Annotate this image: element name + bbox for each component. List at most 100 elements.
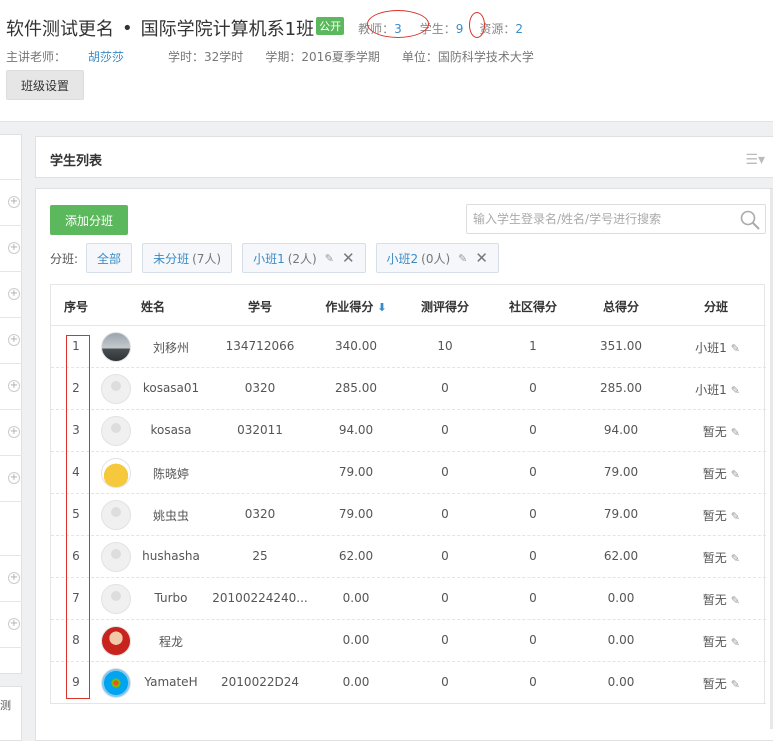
resources-count[interactable]: 2 xyxy=(515,22,523,36)
avatar[interactable] xyxy=(101,584,131,614)
cell-id: 2010022D24 xyxy=(221,675,299,689)
expand-icon[interactable]: + xyxy=(8,334,20,346)
pencil-icon[interactable]: ✎ xyxy=(731,678,740,691)
group-chip-ungrouped[interactable]: 未分班 (7人) xyxy=(142,243,233,273)
title-separator: • xyxy=(122,17,133,39)
cell-group: 暂无 ✎ xyxy=(703,423,740,440)
table-row: 3 kosasa 032011 94.00 0 0 94.00 暂无 ✎ xyxy=(51,410,766,452)
left-sidebar-bottom: 测 xyxy=(0,686,22,741)
cell-group-label: 暂无 xyxy=(702,551,727,565)
cell-group: 暂无 ✎ xyxy=(703,633,740,650)
cell-group-label: 暂无 xyxy=(702,635,727,649)
class-settings-button[interactable]: 班级设置 xyxy=(6,70,84,100)
cell-community: 0 xyxy=(529,633,537,647)
cell-homework: 0.00 xyxy=(342,675,370,689)
avatar[interactable] xyxy=(101,458,131,488)
arrow-down-icon[interactable]: ⬇ xyxy=(377,301,386,314)
expand-icon[interactable]: + xyxy=(8,572,20,584)
sidebar-item[interactable]: + xyxy=(0,317,22,346)
close-icon[interactable]: ✕ xyxy=(475,249,488,267)
add-group-button[interactable]: 添加分班 xyxy=(50,205,128,235)
group-chip-all[interactable]: 全部 xyxy=(86,243,133,273)
pencil-icon[interactable]: ✎ xyxy=(458,252,467,265)
table-row: 6 hushasha 25 62.00 0 0 62.00 暂无 ✎ xyxy=(51,536,766,578)
cell-group: 暂无 ✎ xyxy=(703,591,740,608)
list-icon[interactable]: ☰▾ xyxy=(745,152,765,168)
search-icon[interactable] xyxy=(739,209,761,231)
cell-name[interactable]: Turbo xyxy=(154,591,187,605)
cell-total: 285.00 xyxy=(600,381,642,395)
avatar[interactable] xyxy=(101,416,131,446)
lead-teacher-link[interactable]: 胡莎莎 xyxy=(88,50,124,64)
avatar[interactable] xyxy=(101,626,131,656)
cell-group-label: 暂无 xyxy=(702,677,727,691)
cell-group: 小班1 ✎ xyxy=(695,339,740,356)
sidebar-item[interactable]: + xyxy=(0,225,22,254)
meta-row: 主讲老师： 胡莎莎 学时：32学时 学期：2016夏季学期 单位：国防科学技术大学 xyxy=(6,48,556,65)
cell-name[interactable]: hushasha xyxy=(142,549,200,563)
col-seq: 序号 xyxy=(63,300,89,314)
avatar[interactable] xyxy=(101,332,131,362)
sidebar-item[interactable]: + xyxy=(0,363,22,392)
sidebar-item[interactable]: + xyxy=(0,271,22,300)
resources-stat[interactable]: 资源：2 xyxy=(479,20,523,37)
search-input[interactable] xyxy=(467,205,727,233)
expand-icon[interactable]: + xyxy=(8,618,20,630)
pencil-icon[interactable]: ✎ xyxy=(731,552,740,565)
expand-icon[interactable]: + xyxy=(8,426,20,438)
close-icon[interactable]: ✕ xyxy=(342,249,355,267)
cell-id: 25 xyxy=(252,549,268,563)
cell-name[interactable]: 姚虫虫 xyxy=(153,507,189,524)
avatar[interactable] xyxy=(101,374,131,404)
expand-icon[interactable]: + xyxy=(8,196,20,208)
group-label: 分班: xyxy=(50,251,79,266)
cell-eval: 0 xyxy=(441,507,449,521)
expand-icon[interactable]: + xyxy=(8,472,20,484)
cell-name[interactable]: 刘移州 xyxy=(153,339,189,356)
cell-community: 0 xyxy=(529,465,537,479)
group-chip-count: (2人) xyxy=(287,251,317,266)
sidebar-item xyxy=(0,647,22,648)
sidebar-item[interactable]: + xyxy=(0,455,22,484)
pencil-icon[interactable]: ✎ xyxy=(731,594,740,607)
cell-id: 032011 xyxy=(237,423,283,437)
pencil-icon[interactable]: ✎ xyxy=(731,342,740,355)
expand-icon[interactable]: + xyxy=(8,288,20,300)
group-chip-name[interactable]: 未分班 xyxy=(153,250,189,267)
title-row: 软件测试更名 • 国际学院计算机系1班 公开 教师：3 学生：9 资源：2 xyxy=(6,14,523,42)
col-homework-label[interactable]: 作业得分 xyxy=(325,300,373,314)
cell-name[interactable]: 陈晓婷 xyxy=(153,465,189,482)
group-chip-name[interactable]: 小班2 xyxy=(387,250,419,267)
pencil-icon[interactable]: ✎ xyxy=(731,426,740,439)
group-chip-class2[interactable]: 小班2 (0人) ✎ ✕ xyxy=(375,243,499,273)
students-count[interactable]: 9 xyxy=(456,22,464,36)
sidebar-bottom-text: 测 xyxy=(0,699,11,712)
pencil-icon[interactable]: ✎ xyxy=(731,384,740,397)
sidebar-item[interactable]: + xyxy=(0,409,22,438)
group-chip-count: (0人) xyxy=(421,251,451,266)
table-row: 7 Turbo 20100224240... 0.00 0 0 0.00 暂无 ✎ xyxy=(51,578,766,620)
avatar[interactable] xyxy=(101,542,131,572)
cell-name[interactable]: kosasa xyxy=(150,423,191,437)
expand-icon[interactable]: + xyxy=(8,242,20,254)
col-homework[interactable]: 作业得分 ⬇ xyxy=(325,298,386,315)
avatar[interactable] xyxy=(101,500,131,530)
cell-group: 小班1 ✎ xyxy=(695,381,740,398)
avatar[interactable] xyxy=(101,668,131,698)
sidebar-item[interactable]: + xyxy=(0,555,22,584)
pencil-icon[interactable]: ✎ xyxy=(731,468,740,481)
group-chip-name[interactable]: 全部 xyxy=(97,250,121,267)
sidebar-item[interactable]: + xyxy=(0,179,22,208)
group-chip-name[interactable]: 小班1 xyxy=(253,250,285,267)
cell-name[interactable]: kosasa01 xyxy=(143,381,199,395)
sidebar-item[interactable]: + xyxy=(0,601,22,630)
pencil-icon[interactable]: ✎ xyxy=(731,636,740,649)
cell-name[interactable]: 程龙 xyxy=(159,633,183,650)
pencil-icon[interactable]: ✎ xyxy=(731,510,740,523)
pencil-icon[interactable]: ✎ xyxy=(325,252,334,265)
cell-community: 1 xyxy=(529,339,537,353)
cell-name[interactable]: YamateH xyxy=(144,675,197,689)
cell-community: 0 xyxy=(529,549,537,563)
expand-icon[interactable]: + xyxy=(8,380,20,392)
group-chip-class1[interactable]: 小班1 (2人) ✎ ✕ xyxy=(242,243,366,273)
